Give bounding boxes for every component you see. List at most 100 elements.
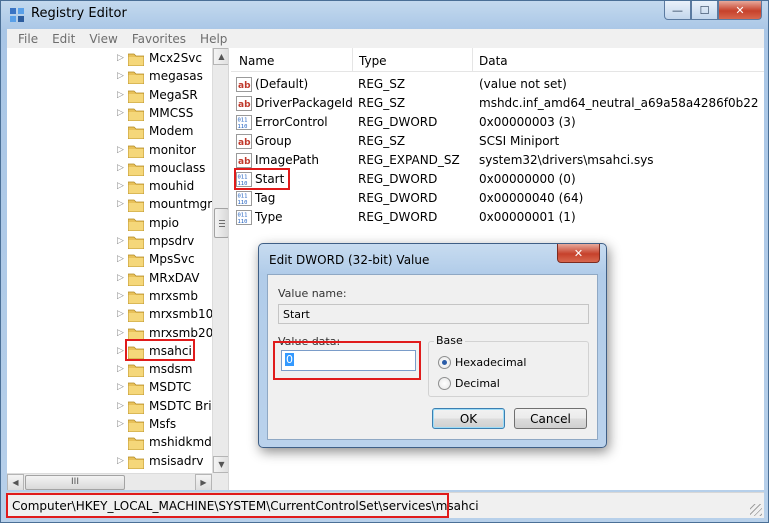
- tree-item[interactable]: ▷ mrxsmb20: [7, 325, 212, 344]
- value-name: Tag: [255, 191, 276, 205]
- expand-arrow-icon[interactable]: ▷: [117, 254, 124, 264]
- expand-arrow-icon[interactable]: ▷: [117, 328, 124, 338]
- tree-item[interactable]: ▷ mpsdrv: [7, 233, 212, 252]
- resize-grip-icon[interactable]: [750, 504, 762, 516]
- tree-item-label: MpsSvc: [149, 252, 195, 267]
- expand-arrow-icon[interactable]: ▷: [117, 291, 124, 301]
- column-header-name[interactable]: Name: [239, 54, 274, 68]
- tree-item[interactable]: ▷ MSDTC Bri: [7, 398, 212, 417]
- expand-arrow-icon[interactable]: ▷: [117, 199, 124, 209]
- expand-arrow-icon[interactable]: ▷: [117, 346, 124, 356]
- expand-arrow-icon[interactable]: ▷: [117, 419, 124, 429]
- cancel-button[interactable]: Cancel: [514, 408, 587, 429]
- svg-text:ab: ab: [238, 138, 251, 148]
- column-header-type[interactable]: Type: [359, 54, 387, 68]
- tree-item-label: mshidkmd: [149, 435, 212, 450]
- expand-arrow-icon[interactable]: ▷: [117, 90, 124, 100]
- value-type: REG_EXPAND_SZ: [358, 153, 460, 167]
- minimize-button[interactable]: —: [664, 1, 691, 20]
- svg-text:ab: ab: [238, 100, 251, 110]
- value-row[interactable]: ab ImagePath REG_EXPAND_SZ system32\drivers…: [231, 151, 764, 170]
- binary-value-icon: 011110: [236, 210, 252, 225]
- radio-selected-icon[interactable]: [438, 355, 451, 369]
- value-row[interactable]: ab (Default) REG_SZ (value not set): [231, 75, 764, 94]
- expand-arrow-icon[interactable]: ▷: [117, 456, 124, 466]
- expand-arrow-icon[interactable]: ▷: [117, 236, 124, 246]
- scroll-left-arrow-icon[interactable]: ◀: [7, 474, 24, 490]
- radio-decimal[interactable]: Decimal: [438, 375, 500, 391]
- tree-item[interactable]: Modem: [7, 123, 212, 142]
- ok-button[interactable]: OK: [432, 408, 505, 429]
- svg-text:011: 011: [238, 194, 248, 200]
- binary-value-icon: 011110: [236, 172, 252, 187]
- tree-item[interactable]: ▷ mouhid: [7, 178, 212, 197]
- value-row[interactable]: 011 110 ErrorControl REG_DWORD 0x00000003 (3…: [231, 113, 764, 132]
- tree-item[interactable]: ▷ msisadrv: [7, 453, 212, 472]
- tree-item[interactable]: ▷ megasas: [7, 68, 212, 87]
- tree-item[interactable]: ▷ MegaSR: [7, 87, 212, 106]
- tree-item[interactable]: ▷ MpsSvc: [7, 251, 212, 270]
- tree-item[interactable]: ▷ mrxsmb: [7, 288, 212, 307]
- tree-item[interactable]: ▷ msahci: [7, 343, 212, 362]
- folder-icon: [128, 71, 144, 85]
- tree-vertical-scrollbar[interactable]: ▲ ▼: [212, 48, 228, 473]
- expand-arrow-icon[interactable]: ▷: [117, 145, 124, 155]
- value-data-input[interactable]: 0: [281, 350, 416, 371]
- expand-arrow-icon[interactable]: ▷: [117, 309, 124, 319]
- column-header-data[interactable]: Data: [479, 54, 508, 68]
- expand-arrow-icon[interactable]: ▷: [117, 53, 124, 63]
- menu-edit[interactable]: Edit: [45, 32, 82, 46]
- expand-arrow-icon[interactable]: ▷: [117, 273, 124, 283]
- expand-arrow-icon[interactable]: ▷: [117, 181, 124, 191]
- menu-help[interactable]: Help: [193, 32, 234, 46]
- menu-view[interactable]: View: [82, 32, 124, 46]
- scroll-thumb[interactable]: [214, 208, 228, 238]
- value-row[interactable]: ab DriverPackageId REG_SZ mshdc.inf_amd64_n…: [231, 94, 764, 113]
- expand-arrow-icon[interactable]: ▷: [117, 71, 124, 81]
- string-value-icon: ab: [236, 96, 252, 111]
- tree-item[interactable]: mshidkmd: [7, 434, 212, 453]
- expand-arrow-icon[interactable]: ▷: [117, 364, 124, 374]
- scroll-up-arrow-icon[interactable]: ▲: [213, 48, 228, 65]
- tree-item[interactable]: mpio: [7, 215, 212, 234]
- expand-arrow-icon[interactable]: ▷: [117, 382, 124, 392]
- dialog-close-button[interactable]: ✕: [557, 244, 600, 263]
- value-name: Start: [255, 172, 285, 186]
- value-row[interactable]: ab Group REG_SZ SCSI Miniport: [231, 132, 764, 151]
- status-path: Computer\HKEY_LOCAL_MACHINE\SYSTEM\Curre…: [12, 499, 479, 513]
- value-type: REG_SZ: [358, 96, 406, 110]
- value-row[interactable]: 011 110 Tag REG_DWORD 0x00000040 (64): [231, 189, 764, 208]
- expand-arrow-icon[interactable]: ▷: [117, 163, 124, 173]
- scroll-right-arrow-icon[interactable]: ▶: [195, 474, 212, 490]
- radio-unselected-icon[interactable]: [438, 376, 451, 390]
- tree-item[interactable]: ▷ Mcx2Svc: [7, 50, 212, 69]
- tree-item[interactable]: ▷ msdsm: [7, 361, 212, 380]
- folder-icon: [128, 328, 144, 341]
- close-button[interactable]: ✕: [718, 1, 762, 20]
- value-data: 0x00000040 (64): [479, 191, 584, 205]
- menu-favorites[interactable]: Favorites: [125, 32, 193, 46]
- horizontal-scroll-thumb[interactable]: III: [25, 475, 125, 490]
- tree-item-label: mouclass: [149, 160, 206, 175]
- value-row[interactable]: 011 110 Type REG_DWORD 0x00000001 (1): [231, 208, 764, 227]
- maximize-button[interactable]: ☐: [691, 1, 718, 20]
- radio-hexadecimal[interactable]: Hexadecimal: [438, 354, 526, 370]
- tree-item[interactable]: ▷ MMCSS: [7, 105, 212, 124]
- tree-item[interactable]: ▷ mountmgr: [7, 196, 212, 215]
- folder-icon: [128, 90, 144, 103]
- tree-horizontal-scrollbar[interactable]: ◀ III ▶: [7, 473, 212, 490]
- title-bar[interactable]: Registry Editor — ☐ ✕: [1, 1, 768, 28]
- tree-item[interactable]: ▷ Msfs: [7, 416, 212, 435]
- scroll-down-arrow-icon[interactable]: ▼: [213, 456, 228, 473]
- menu-file[interactable]: File: [11, 32, 45, 46]
- folder-icon: [128, 419, 144, 432]
- dialog-body: Value name: Start Value data: 0 Base Hex…: [267, 274, 598, 440]
- tree-item[interactable]: ▷ MRxDAV: [7, 270, 212, 289]
- expand-arrow-icon[interactable]: ▷: [117, 401, 124, 411]
- tree-item[interactable]: ▷ MSDTC: [7, 379, 212, 398]
- tree-item[interactable]: ▷ mouclass: [7, 160, 212, 179]
- tree-item[interactable]: ▷ monitor: [7, 142, 212, 161]
- expand-arrow-icon[interactable]: ▷: [117, 108, 124, 118]
- tree-item[interactable]: ▷ mrxsmb10: [7, 306, 212, 325]
- value-row[interactable]: 011 110 Start REG_DWORD 0x00000000 (0): [231, 170, 764, 189]
